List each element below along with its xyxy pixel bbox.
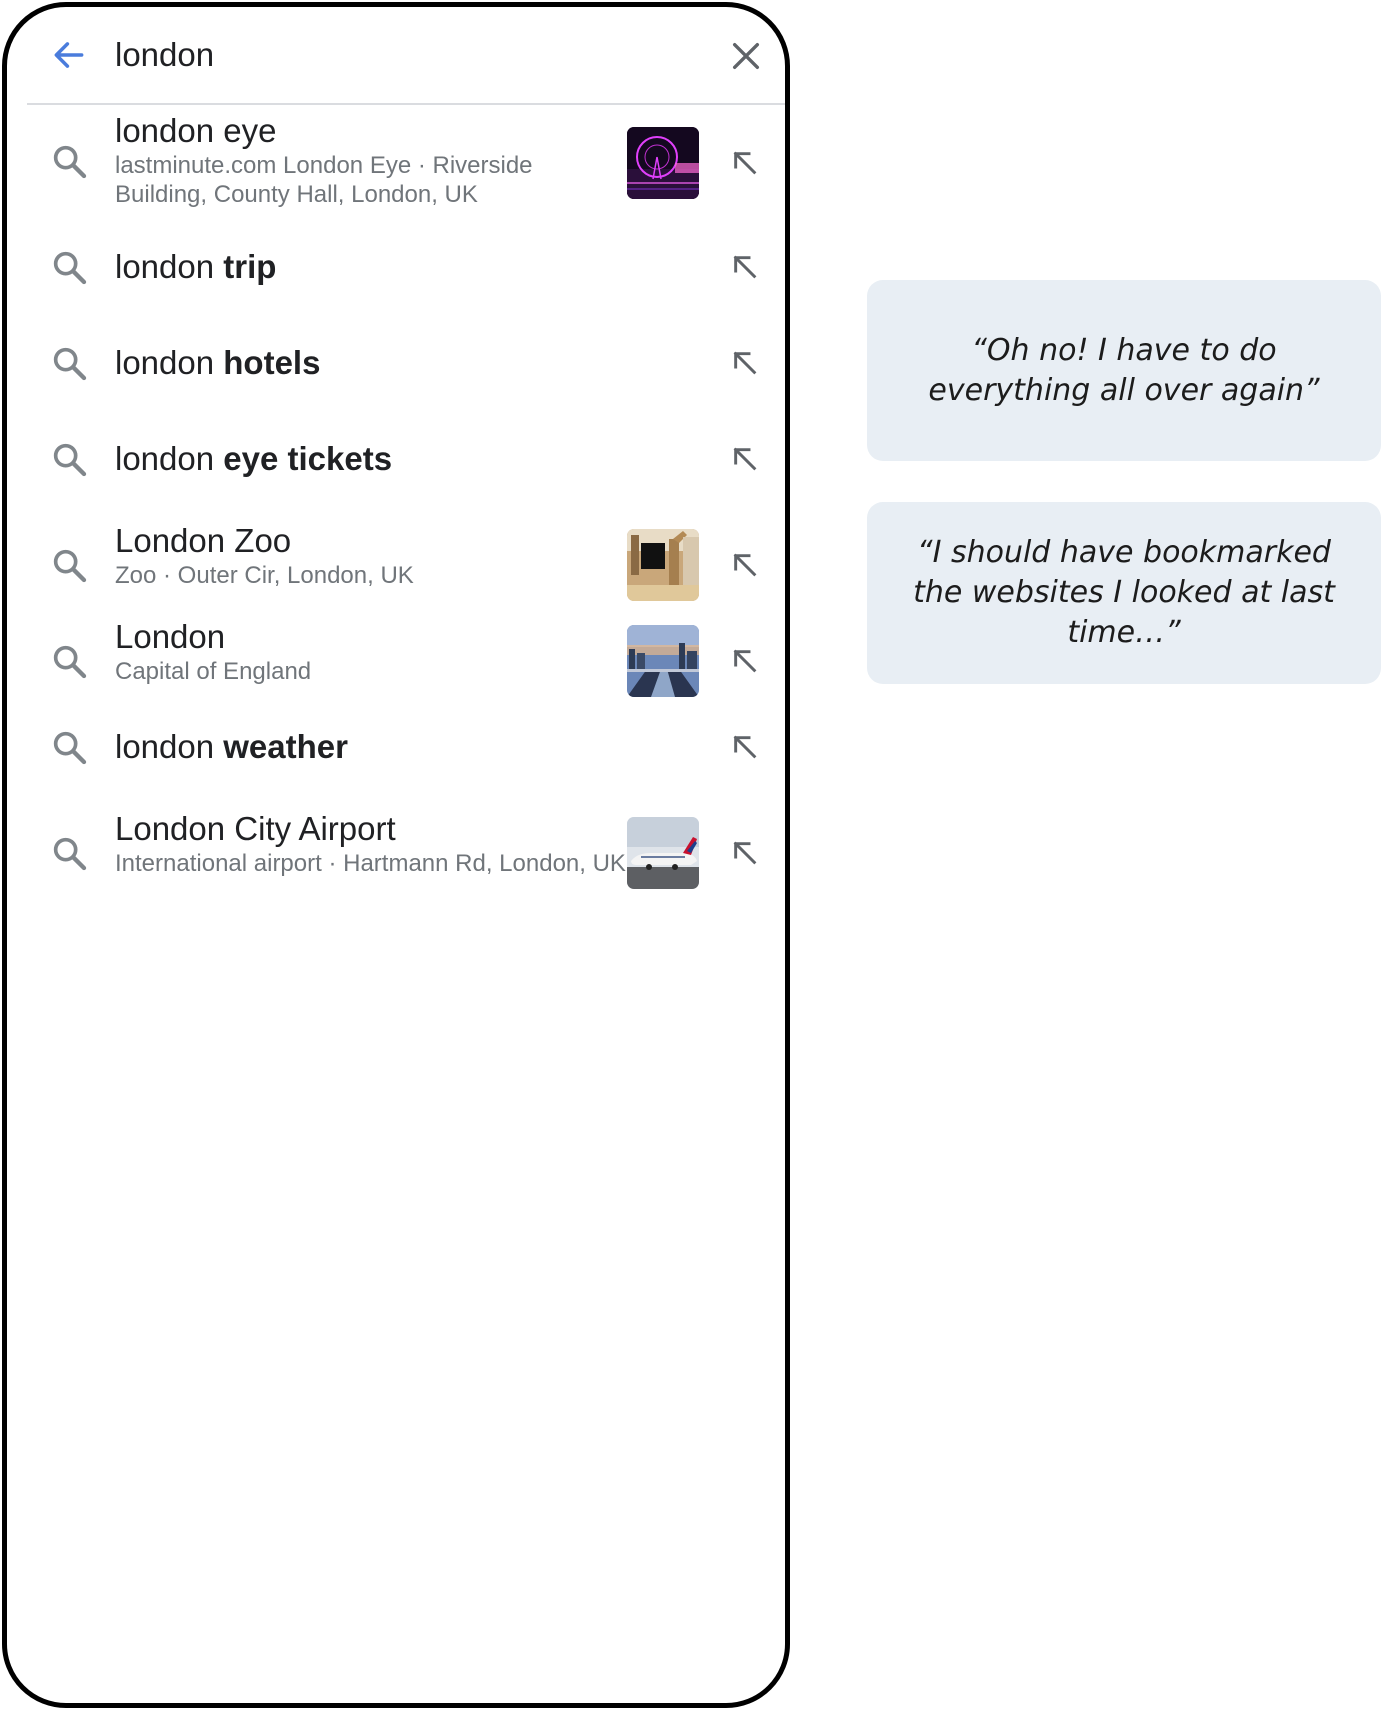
arrow-up-left-icon bbox=[733, 151, 757, 175]
arrow-left-icon bbox=[54, 42, 84, 68]
quote-bubble: “Oh no! I have to do everything all over… bbox=[867, 280, 1381, 461]
arrow-up-left-icon bbox=[733, 649, 757, 673]
suggestion-row[interactable]: London Capital of England bbox=[7, 611, 785, 697]
suggestion-text: London City Airport International airpor… bbox=[115, 809, 630, 878]
suggestion-text: London Zoo Zoo · Outer Cir, London, UK bbox=[115, 521, 630, 590]
suggestion-subtitle: lastminute.com London Eye · Riverside Bu… bbox=[115, 152, 533, 208]
arrow-up-left-icon bbox=[733, 735, 757, 759]
suggestion-title: London bbox=[115, 618, 226, 655]
quote-text: “Oh no! I have to do everything all over… bbox=[928, 332, 1320, 408]
suggestion-subtitle: International airport · Hartmann Rd, Lon… bbox=[115, 850, 626, 877]
fill-query-button[interactable] bbox=[725, 343, 765, 383]
suggestion-row[interactable]: london weather bbox=[7, 707, 785, 787]
phone-frame: london london eye lastminute.com London … bbox=[2, 2, 790, 1708]
fill-query-button[interactable] bbox=[725, 641, 765, 681]
fill-query-button[interactable] bbox=[725, 439, 765, 479]
fill-query-button[interactable] bbox=[725, 247, 765, 287]
search-icon bbox=[53, 145, 87, 179]
search-input[interactable]: london bbox=[115, 33, 214, 77]
search-icon bbox=[53, 731, 87, 765]
search-icon bbox=[53, 837, 87, 871]
suggestion-title: london eye tickets bbox=[115, 440, 393, 477]
airplane-thumbnail bbox=[627, 817, 699, 889]
arrow-up-left-icon bbox=[733, 553, 757, 577]
search-icon bbox=[53, 549, 87, 583]
london-eye-thumbnail bbox=[627, 127, 699, 199]
arrow-up-left-icon bbox=[733, 447, 757, 471]
search-bar: london bbox=[7, 7, 785, 105]
suggestion-row[interactable]: london eye tickets bbox=[7, 419, 785, 499]
suggestion-text: london eye tickets bbox=[115, 439, 630, 479]
suggestion-text: london weather bbox=[115, 727, 630, 767]
suggestion-row[interactable]: london eye lastminute.com London Eye · R… bbox=[7, 107, 785, 217]
suggestion-title: London City Airport bbox=[115, 810, 396, 847]
arrow-up-left-icon bbox=[733, 351, 757, 375]
suggestion-row[interactable]: London Zoo Zoo · Outer Cir, London, UK bbox=[7, 515, 785, 601]
suggestion-title: london trip bbox=[115, 248, 277, 285]
suggestion-row[interactable]: london hotels bbox=[7, 323, 785, 403]
search-icon bbox=[53, 251, 87, 285]
suggestion-title: london hotels bbox=[115, 344, 321, 381]
suggestion-text: london hotels bbox=[115, 343, 630, 383]
suggestion-row[interactable]: London City Airport International airpor… bbox=[7, 803, 785, 889]
suggestion-title: London Zoo bbox=[115, 522, 292, 559]
back-button[interactable] bbox=[45, 31, 93, 79]
arrow-up-left-icon bbox=[733, 255, 757, 279]
suggestion-subtitle: Zoo · Outer Cir, London, UK bbox=[115, 562, 414, 589]
fill-query-button[interactable] bbox=[725, 545, 765, 585]
quote-text: “I should have bookmarked the websites I… bbox=[913, 535, 1335, 650]
suggestion-text: london trip bbox=[115, 247, 630, 287]
suggestion-text: London Capital of England bbox=[115, 617, 630, 686]
fill-query-button[interactable] bbox=[725, 143, 765, 183]
suggestion-row[interactable]: london trip bbox=[7, 227, 785, 307]
search-icon bbox=[53, 443, 87, 477]
clear-button[interactable] bbox=[725, 35, 767, 77]
suggestion-title: london weather bbox=[115, 728, 348, 765]
zoo-thumbnail bbox=[627, 529, 699, 601]
arrow-up-left-icon bbox=[733, 841, 757, 865]
search-icon bbox=[53, 347, 87, 381]
suggestion-subtitle: Capital of England bbox=[115, 658, 312, 685]
suggestion-text: london eye lastminute.com London Eye · R… bbox=[115, 111, 630, 209]
fill-query-button[interactable] bbox=[725, 833, 765, 873]
search-divider bbox=[27, 103, 785, 105]
fill-query-button[interactable] bbox=[725, 727, 765, 767]
search-icon bbox=[53, 645, 87, 679]
suggestion-title: london eye bbox=[115, 112, 277, 149]
london-skyline-thumbnail bbox=[627, 625, 699, 697]
close-icon bbox=[732, 42, 760, 70]
quote-bubble: “I should have bookmarked the websites I… bbox=[867, 502, 1381, 684]
